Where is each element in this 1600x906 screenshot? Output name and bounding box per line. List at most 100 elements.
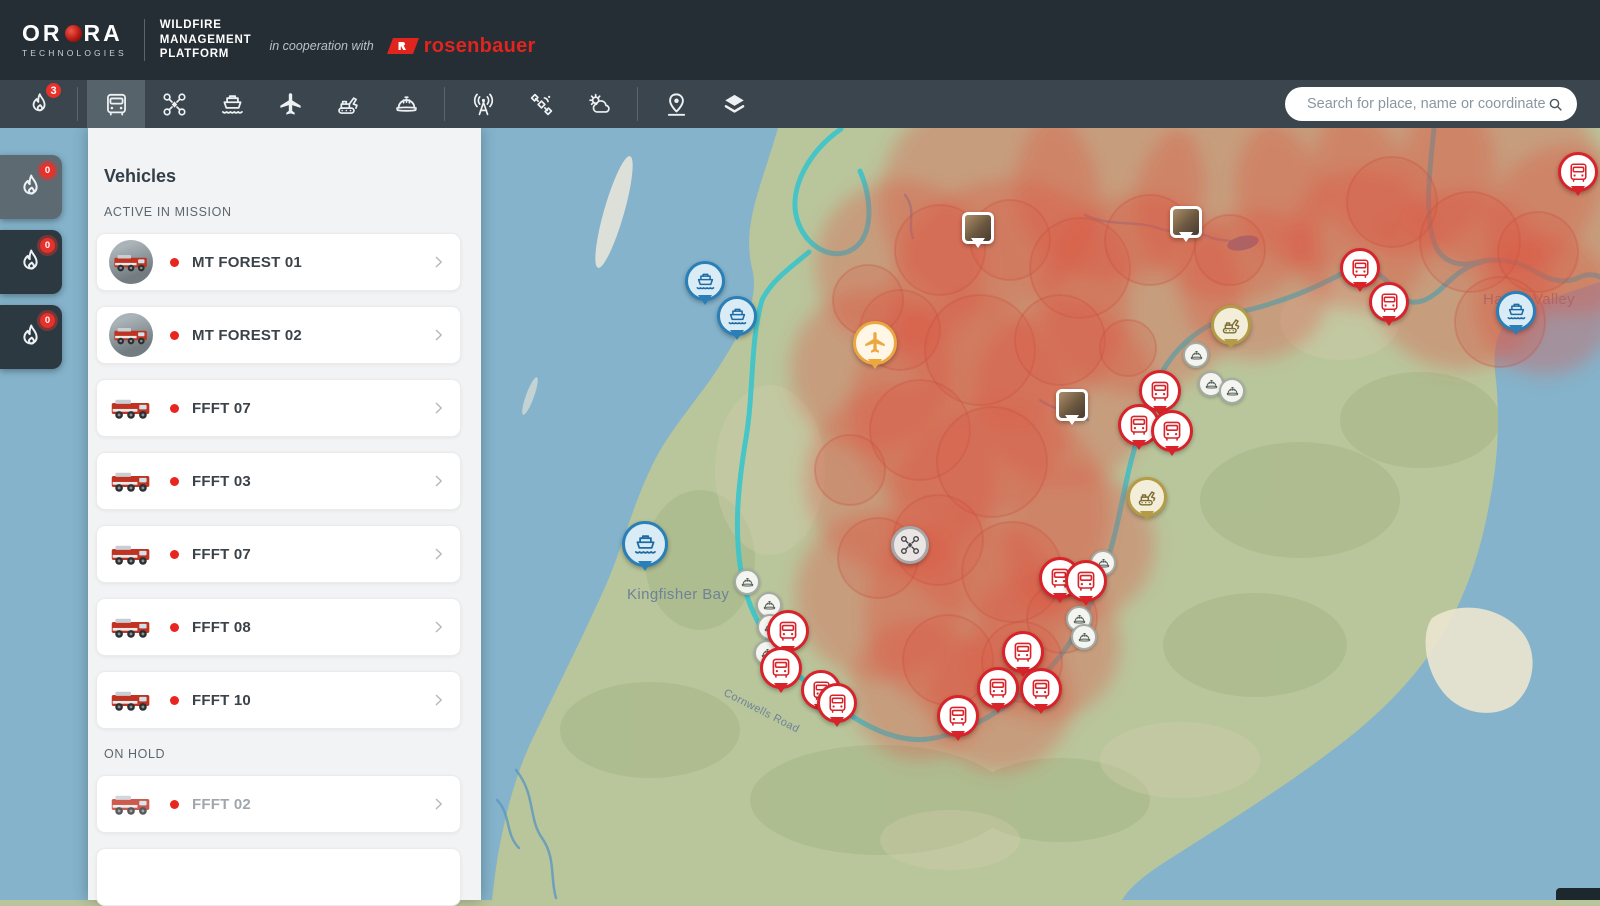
- ship-marker[interactable]: [717, 296, 757, 336]
- ship-icon: [726, 305, 749, 328]
- truck-icon: [1160, 419, 1184, 443]
- excavator-marker[interactable]: [1211, 305, 1251, 345]
- status-dot: [170, 331, 179, 340]
- tool-group: 3: [10, 80, 763, 128]
- vehicle-name: MT FOREST 01: [192, 254, 302, 271]
- toolbar: 3: [0, 80, 1600, 128]
- truck-marker[interactable]: [760, 647, 802, 689]
- status-dot: [170, 623, 179, 632]
- vehicle-sections: ACTIVE IN MISSION MT FOREST 01 MT FOREST 0…: [88, 205, 481, 906]
- vehicle-card[interactable]: FFFT 07: [96, 525, 461, 583]
- chevron-right-icon: [430, 619, 447, 636]
- product-name: WILDFIRE MANAGEMENT PLATFORM: [160, 18, 252, 63]
- helmet-icon: [1204, 377, 1219, 392]
- cooperation-text: in cooperation with: [269, 39, 373, 53]
- truck-marker[interactable]: [937, 695, 979, 737]
- fire-truck-image: [109, 790, 153, 819]
- tool-weather[interactable]: [570, 80, 628, 128]
- tool-truck[interactable]: [87, 80, 145, 128]
- vehicle-card[interactable]: FFFT 10: [96, 671, 461, 729]
- chevron-right-icon: [430, 327, 447, 344]
- truck-marker[interactable]: [1020, 668, 1062, 710]
- helmet-marker[interactable]: [1071, 624, 1097, 650]
- camera-marker[interactable]: [1170, 206, 1202, 238]
- vehicle-card[interactable]: [96, 848, 461, 906]
- antenna-icon: [470, 91, 497, 118]
- fire-alert-card[interactable]: 0: [0, 155, 62, 219]
- plane-marker[interactable]: [853, 321, 897, 365]
- tool-ship[interactable]: [203, 80, 261, 128]
- truck-marker[interactable]: [1151, 410, 1193, 452]
- status-dot: [170, 258, 179, 267]
- alert-badge: 0: [37, 310, 58, 331]
- truck-marker[interactable]: [1340, 248, 1380, 288]
- excavator-marker[interactable]: [1127, 477, 1167, 517]
- truck-icon: [1567, 161, 1590, 184]
- vehicle-card[interactable]: FFFT 02: [96, 775, 461, 833]
- vehicles-panel: Vehicles ACTIVE IN MISSIONMT FOREST 01MT…: [88, 128, 481, 900]
- tool-drone[interactable]: [145, 80, 203, 128]
- drone-icon: [161, 91, 188, 118]
- map-attribution: [1556, 888, 1600, 900]
- truck-marker[interactable]: [1558, 152, 1598, 192]
- vehicle-card[interactable]: MT FOREST 01: [96, 233, 461, 291]
- vehicle-thumbnail: [109, 532, 153, 576]
- tool-satellite[interactable]: [512, 80, 570, 128]
- tool-antenna[interactable]: [454, 80, 512, 128]
- tool-plane[interactable]: [261, 80, 319, 128]
- vehicle-thumbnail: [109, 459, 153, 503]
- helmet-marker[interactable]: [734, 569, 760, 595]
- ship-icon: [1505, 300, 1528, 323]
- drone-marker[interactable]: [891, 526, 929, 564]
- section-label: ACTIVE IN MISSION: [104, 205, 481, 219]
- tool-excavator[interactable]: [319, 80, 377, 128]
- camera-marker[interactable]: [1056, 389, 1088, 421]
- helmet-icon: [762, 598, 777, 613]
- tool-layers[interactable]: [705, 80, 763, 128]
- helmet-icon: [1077, 630, 1092, 645]
- fire-alerts-column: 0 0 0: [0, 155, 62, 380]
- vehicle-card[interactable]: FFFT 08: [96, 598, 461, 656]
- fire-truck-image: [112, 250, 150, 275]
- truck-marker[interactable]: [977, 667, 1019, 709]
- helmet-icon: [393, 91, 420, 118]
- truck-marker[interactable]: [1002, 631, 1044, 673]
- truck-marker[interactable]: [767, 610, 809, 652]
- camera-thumbnail: [1173, 209, 1199, 235]
- fire-alert-card[interactable]: 0: [0, 305, 62, 369]
- truck-marker[interactable]: [1369, 282, 1409, 322]
- alert-badge-count: 0: [40, 163, 55, 178]
- vehicle-card[interactable]: MT FOREST 02: [96, 306, 461, 364]
- satellite-icon: [528, 91, 555, 118]
- vehicle-name: FFFT 03: [192, 473, 251, 490]
- tool-fire[interactable]: 3: [10, 80, 68, 128]
- search-input[interactable]: [1305, 95, 1547, 113]
- vehicle-name: MT FOREST 02: [192, 327, 302, 344]
- search-icon[interactable]: [1547, 96, 1564, 113]
- status-dot: [170, 800, 179, 809]
- ship-marker[interactable]: [622, 521, 668, 567]
- ship-icon: [632, 531, 659, 558]
- vehicle-name: FFFT 10: [192, 692, 251, 709]
- fire-alert-card[interactable]: 0: [0, 230, 62, 294]
- helmet-marker[interactable]: [1183, 342, 1209, 368]
- vehicle-card[interactable]: FFFT 03: [96, 452, 461, 510]
- tool-pin[interactable]: [647, 80, 705, 128]
- ship-marker[interactable]: [1496, 291, 1536, 331]
- truck-marker[interactable]: [817, 683, 857, 723]
- truck-icon: [776, 619, 800, 643]
- tool-helmet[interactable]: [377, 80, 435, 128]
- ship-marker[interactable]: [685, 261, 725, 301]
- orora-logo: ORRA: [22, 22, 127, 45]
- alert-badge: 0: [37, 160, 58, 181]
- helmet-marker[interactable]: [1219, 378, 1245, 404]
- vehicle-card[interactable]: FFFT 07: [96, 379, 461, 437]
- search-box[interactable]: [1285, 87, 1577, 121]
- drone-icon: [899, 534, 921, 556]
- camera-marker[interactable]: [962, 212, 994, 244]
- chevron-right-icon: [430, 400, 447, 417]
- truck-marker[interactable]: [1065, 560, 1107, 602]
- alert-badge-count: 0: [40, 313, 55, 328]
- chevron-right-icon: [430, 692, 447, 709]
- rosenbauer-logo: rosenbauer: [386, 35, 536, 58]
